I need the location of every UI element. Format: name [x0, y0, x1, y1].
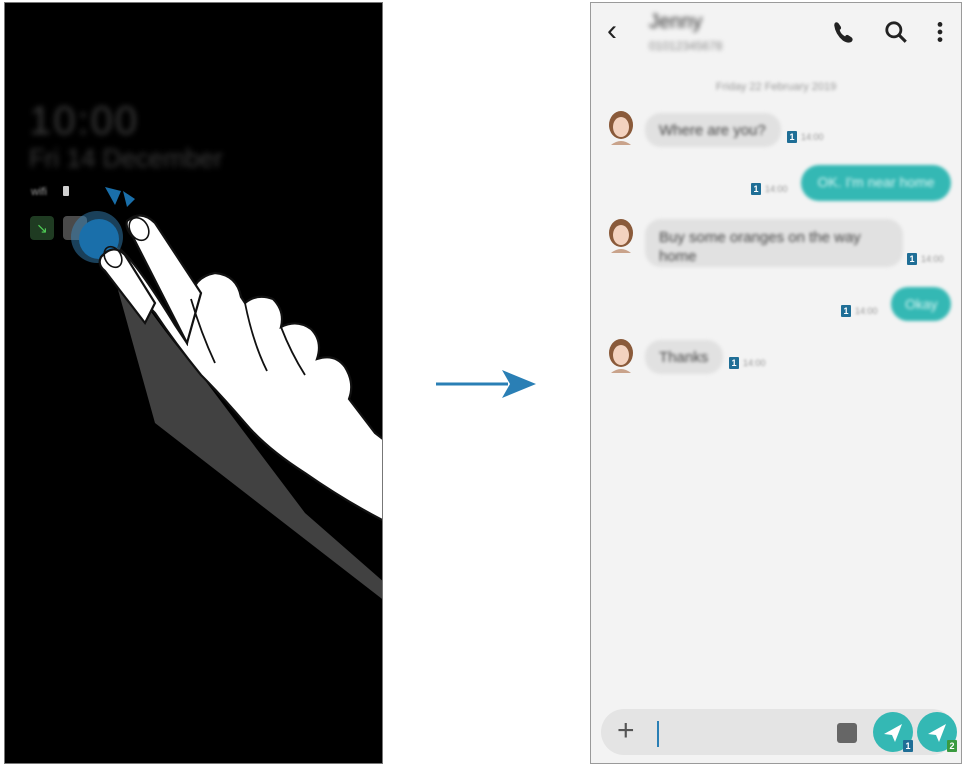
message-time: 14:00: [801, 132, 824, 142]
phone-call-icon[interactable]: [831, 19, 857, 45]
message-bubble-outgoing[interactable]: Okay: [891, 287, 951, 321]
sim-badge: 1: [751, 183, 761, 195]
message-meta: 1 14:00: [729, 357, 766, 369]
send-sim-2-button[interactable]: 2: [917, 712, 957, 752]
always-on-display-screen: 10:00 Fri 14 December wifi ↘: [4, 2, 383, 764]
avatar[interactable]: [607, 111, 635, 145]
message-time: 14:00: [921, 254, 944, 264]
sim-badge: 1: [907, 253, 917, 265]
sim-badge: 1: [787, 131, 797, 143]
message-time: 14:00: [765, 184, 788, 194]
sticker-icon[interactable]: [837, 723, 857, 743]
message-composer: + 1 2: [601, 709, 957, 755]
conversation-header: ‹ Jenny 01012345678: [591, 3, 961, 65]
sim-badge: 1: [729, 357, 739, 369]
message-time: 14:00: [855, 306, 878, 316]
sim-badge: 1: [841, 305, 851, 317]
message-meta: 1 14:00: [907, 253, 944, 265]
sim-badge: 2: [947, 740, 957, 752]
double-tap-hand-illustration: [71, 187, 382, 599]
back-button[interactable]: ‹: [607, 16, 629, 46]
messages-app-screen: ‹ Jenny 01012345678 Friday 22 February 2…: [590, 2, 962, 764]
avatar[interactable]: [607, 339, 635, 373]
message-bubble-outgoing[interactable]: OK. I'm near home: [801, 165, 951, 201]
message-meta: 1 14:00: [841, 305, 878, 317]
message-bubble-incoming[interactable]: Buy some oranges on the way home: [645, 219, 903, 267]
add-attachment-button[interactable]: +: [617, 715, 635, 747]
send-sim-1-button[interactable]: 1: [873, 712, 913, 752]
transition-arrow-icon: [436, 370, 536, 398]
message-bubble-incoming[interactable]: Where are you?: [645, 113, 781, 147]
search-icon[interactable]: [883, 19, 909, 45]
message-meta: 1 14:00: [751, 183, 788, 195]
contact-number: 01012345678: [649, 39, 723, 53]
sim-badge: 1: [903, 740, 913, 752]
message-bubble-incoming[interactable]: Thanks: [645, 340, 723, 374]
message-input[interactable]: [657, 721, 835, 747]
more-options-icon[interactable]: [927, 19, 953, 45]
date-separator: Friday 22 February 2019: [715, 81, 837, 93]
avatar[interactable]: [607, 219, 635, 253]
message-meta: 1 14:00: [787, 131, 824, 143]
message-time: 14:00: [743, 358, 766, 368]
contact-name: Jenny: [649, 11, 703, 33]
